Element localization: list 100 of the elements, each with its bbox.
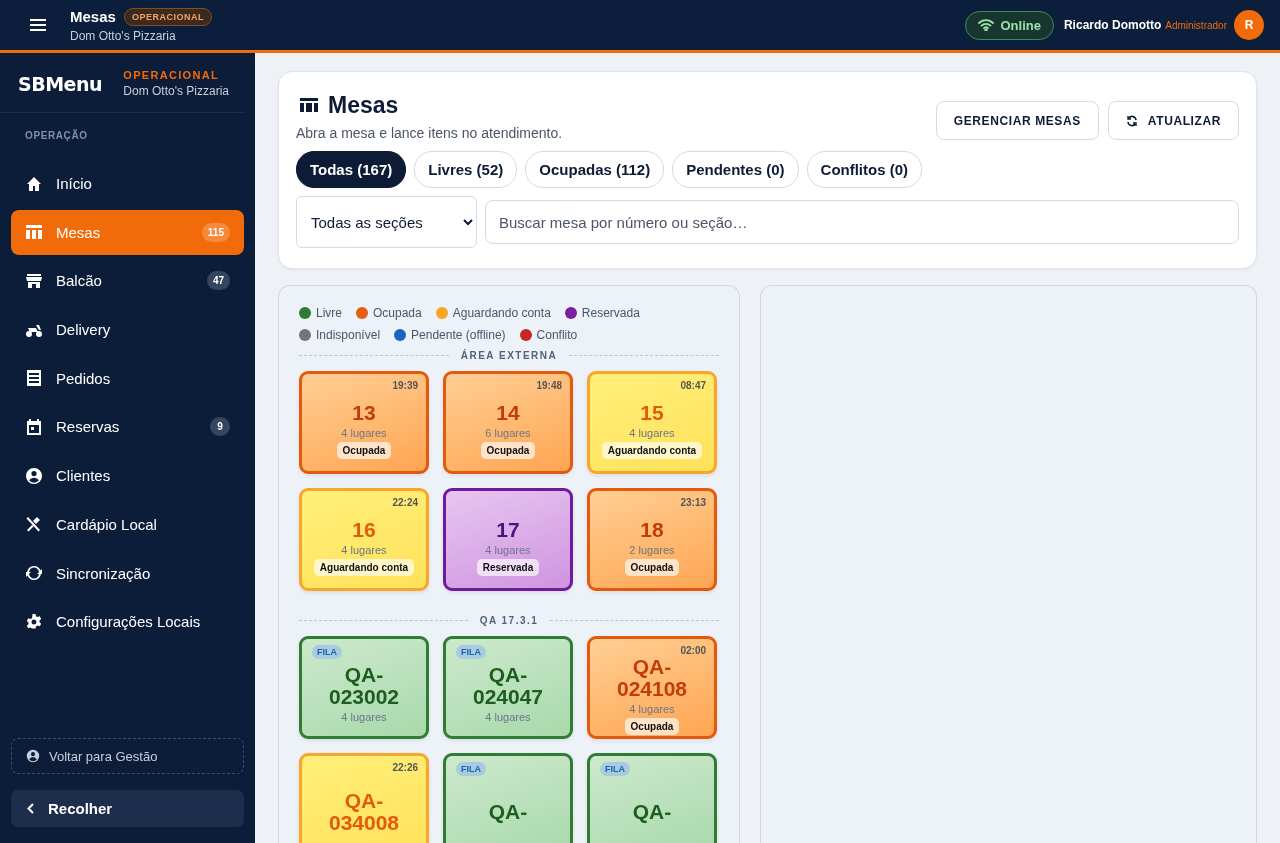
queue-tag: FILA	[312, 645, 342, 659]
table-card[interactable]: FILA QA-024047 4 lugares	[443, 636, 573, 739]
collapse-button[interactable]: Recolher	[11, 790, 244, 827]
table-time: 22:24	[392, 497, 418, 508]
wifi-icon	[977, 19, 994, 31]
seat-count: 4 lugares	[485, 543, 531, 556]
seat-count: 4 lugares	[629, 426, 675, 439]
table-card[interactable]: 08:47 15 4 lugares Aguardando conta	[587, 371, 717, 474]
table-card[interactable]: FILA QA-	[443, 753, 573, 843]
user-name: Ricardo Domotto	[1063, 18, 1162, 32]
table-number: QA-024108	[615, 655, 689, 700]
sync-icon	[25, 564, 43, 582]
seat-count: 6 lugares	[485, 426, 531, 439]
section-title: QA 17.3.1	[479, 615, 539, 626]
table-number: 17	[495, 518, 521, 541]
queue-tag: FILA	[456, 762, 486, 776]
list-icon	[25, 369, 43, 388]
table-card[interactable]: 17 4 lugares Reservada	[443, 488, 573, 591]
filter-tab[interactable]: Todas (167)	[296, 151, 407, 188]
status-label: Ocupada	[480, 441, 536, 459]
status-label: Aguardando conta	[601, 441, 703, 459]
legend-label: Aguardando conta	[452, 306, 551, 320]
mode-label: OPERACIONAL	[123, 69, 220, 81]
table-card[interactable]: 19:39 13 4 lugares Ocupada	[299, 371, 429, 474]
connection-status: Online	[964, 10, 1054, 40]
sidebar-item[interactable]: Configurações Locais	[11, 599, 244, 645]
filter-tab[interactable]: Pendentes (0)	[672, 151, 799, 188]
sidebar-item[interactable]: Balcão 47	[11, 258, 244, 304]
table-icon	[25, 223, 43, 242]
sidebar-item[interactable]: Cardápio Local	[11, 501, 244, 547]
count-badge: 47	[206, 271, 230, 291]
sidebar-item[interactable]: Clientes	[11, 453, 244, 499]
utensils-icon	[25, 515, 43, 534]
back-button[interactable]: Voltar para Gestão	[11, 738, 244, 774]
section-select[interactable]: Todas as seções	[296, 196, 477, 248]
mode-badge: OPERACIONAL	[123, 7, 212, 26]
sidebar-item[interactable]: Delivery	[11, 307, 244, 353]
table-number: 14	[495, 401, 521, 424]
page-heading: Mesas	[328, 92, 399, 119]
refresh-icon	[1125, 114, 1138, 127]
table-number: QA-	[487, 801, 529, 823]
table-number: QA-	[631, 801, 673, 823]
search-field[interactable]: Buscar mesa por número ou seção…	[485, 200, 1239, 244]
filter-tab[interactable]: Conflitos (0)	[806, 151, 923, 188]
table-number: QA-034008	[327, 790, 401, 834]
table-number: QA-023002	[327, 664, 401, 708]
home-icon	[25, 174, 43, 193]
table-number: 18	[639, 518, 665, 541]
status-label: Ocupada	[624, 717, 680, 735]
legend-label: Conflito	[536, 328, 578, 342]
manage-tables-button[interactable]: GERENCIAR MESAS	[935, 101, 1099, 140]
gear-icon	[25, 612, 43, 631]
table-time: 23:13	[680, 497, 706, 508]
table-number: 16	[351, 518, 377, 541]
refresh-button[interactable]: ATUALIZAR	[1107, 101, 1239, 140]
count-badge: 9	[210, 417, 230, 437]
seat-count: 4 lugares	[341, 543, 387, 556]
table-time: 08:47	[680, 380, 706, 391]
calendar-icon	[25, 417, 43, 436]
table-time: 19:39	[392, 380, 418, 391]
table-number: 13	[351, 401, 377, 424]
table-card[interactable]: 23:13 18 2 lugares Ocupada	[587, 488, 717, 591]
table-number: 15	[639, 401, 665, 424]
seat-count: 4 lugares	[629, 702, 675, 715]
legend-label: Reservada	[581, 306, 640, 320]
store-icon	[25, 271, 43, 290]
table-time: 02:00	[680, 645, 706, 656]
table-card[interactable]: 22:24 16 4 lugares Aguardando conta	[299, 488, 429, 591]
page-title: Mesas	[70, 8, 116, 25]
status-label: Aguardando conta	[313, 558, 415, 576]
table-card[interactable]: FILA QA-	[587, 753, 717, 843]
sidebar-item[interactable]: Reservas 9	[11, 404, 244, 450]
legend-label: Indisponível	[316, 328, 381, 342]
section-title: ÁREA EXTERNA	[460, 350, 558, 361]
sidebar-item[interactable]: Pedidos	[11, 355, 244, 401]
count-badge: 115	[201, 222, 230, 242]
filter-tab[interactable]: Ocupadas (112)	[525, 151, 665, 188]
table-card[interactable]: 19:48 14 6 lugares Ocupada	[443, 371, 573, 474]
table-number: QA-024047	[471, 664, 545, 708]
menu-icon[interactable]	[30, 19, 46, 31]
table-card[interactable]: 22:26 QA-034008	[299, 753, 429, 843]
queue-tag: FILA	[456, 645, 486, 659]
seat-count: 4 lugares	[341, 711, 387, 723]
store-name: Dom Otto's Pizzaria	[123, 84, 229, 98]
sidebar-item[interactable]: Sincronização	[11, 550, 244, 596]
table-card[interactable]: FILA QA-023002 4 lugares	[299, 636, 429, 739]
section-heading: OPERAÇÃO	[24, 128, 89, 143]
table-icon	[300, 97, 318, 114]
legend-label: Ocupada	[373, 306, 422, 320]
filter-tab[interactable]: Livres (52)	[414, 151, 518, 188]
seat-count: 4 lugares	[341, 426, 387, 439]
status-label: Ocupada	[624, 558, 680, 576]
queue-tag: FILA	[600, 762, 630, 776]
sidebar-item[interactable]: Início	[11, 161, 244, 206]
store-name: Dom Otto's Pizzaria	[70, 28, 177, 43]
user-role: Administrador	[1165, 19, 1227, 31]
table-time: 22:26	[392, 762, 418, 773]
brand-logo: SBMenu	[18, 72, 102, 95]
table-card[interactable]: 02:00 QA-024108 4 lugares Ocupada	[587, 636, 717, 739]
status-label: Ocupada	[336, 441, 392, 459]
